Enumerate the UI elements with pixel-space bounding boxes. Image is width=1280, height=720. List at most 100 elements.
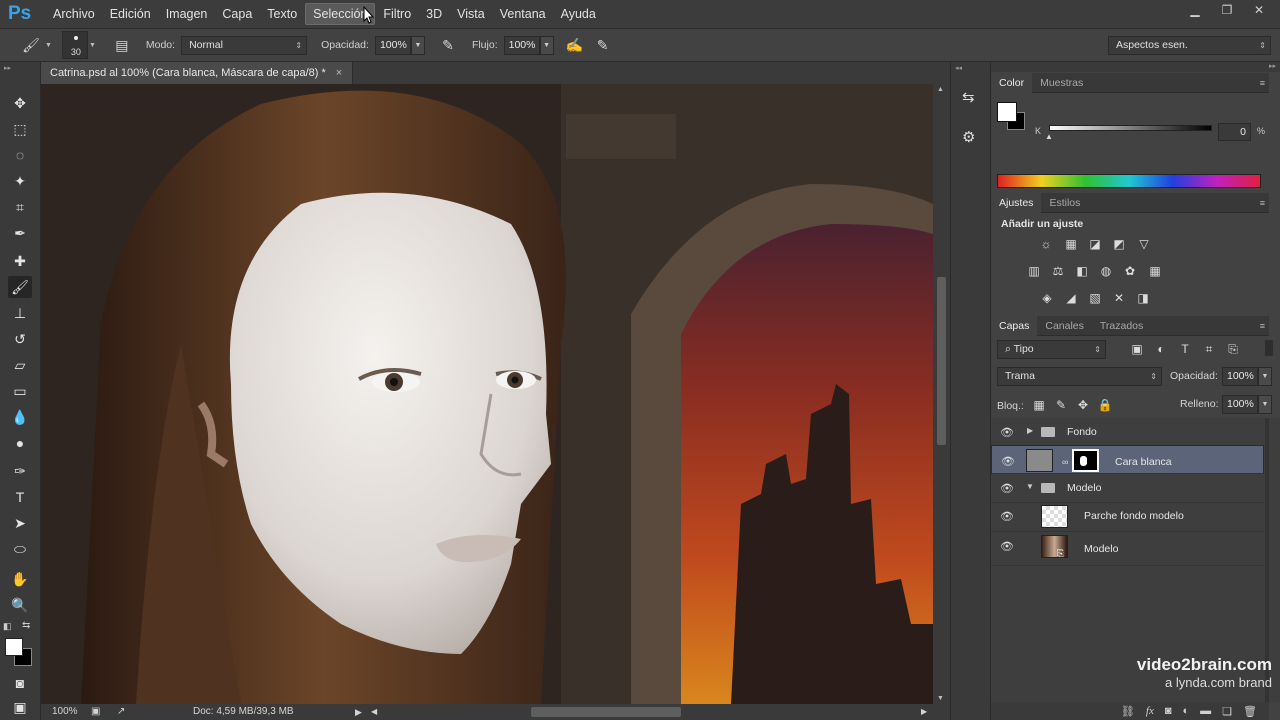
tab-canales[interactable]: Canales: [1037, 316, 1092, 336]
panel-menu-icon[interactable]: ≡: [1260, 316, 1265, 336]
document-canvas[interactable]: [41, 84, 933, 704]
threshold-adjustment-icon[interactable]: ▧: [1087, 291, 1103, 305]
layer-row[interactable]: 👁 ⎘ Modelo: [991, 532, 1264, 566]
foreground-color-swatch[interactable]: [5, 638, 23, 656]
horizontal-scroll-thumb[interactable]: [531, 707, 681, 717]
link-icon[interactable]: ∞: [1062, 454, 1068, 471]
expand-arrow-icon[interactable]: ▶: [1027, 426, 1033, 435]
opacity-input[interactable]: 100%: [374, 35, 411, 55]
selective-color-adjustment-icon[interactable]: ✕: [1111, 291, 1127, 305]
info-icon[interactable]: ▣: [91, 704, 100, 720]
screen-mode-icon[interactable]: ▣: [8, 696, 32, 718]
default-colors-icon[interactable]: ◧: [3, 621, 12, 632]
close-icon[interactable]: ✕: [1250, 3, 1268, 17]
marquee-tool-icon[interactable]: ⬚: [8, 118, 32, 140]
hue-saturation-adjustment-icon[interactable]: ▥: [1026, 264, 1042, 278]
filter-smart-object-icon[interactable]: ⎘: [1225, 342, 1241, 356]
export-icon[interactable]: ↗: [117, 704, 125, 720]
vertical-scrollbar[interactable]: ▲ ▼: [933, 84, 950, 704]
add-mask-icon[interactable]: ◙: [1165, 705, 1172, 717]
collapse-arrows-icon[interactable]: ▸▸: [4, 64, 11, 72]
layer-row[interactable]: 👁 Parche fondo modelo: [991, 502, 1264, 532]
vibrance-adjustment-icon[interactable]: ▽: [1136, 237, 1152, 251]
flow-dropdown-button[interactable]: ▼: [539, 35, 554, 55]
collapse-arrows-icon[interactable]: ▸▸: [1269, 62, 1276, 70]
tab-ajustes[interactable]: Ajustes: [991, 192, 1042, 213]
crop-tool-icon[interactable]: ⌗: [8, 196, 32, 218]
eyedropper-tool-icon[interactable]: ✒: [8, 222, 32, 244]
eye-icon[interactable]: 👁: [1000, 482, 1014, 495]
minimize-icon[interactable]: ▁: [1186, 3, 1204, 17]
layer-opacity-dropdown[interactable]: ▼: [1258, 367, 1272, 386]
opacity-dropdown-button[interactable]: ▼: [410, 35, 425, 55]
layer-row-selected[interactable]: 👁 ∞ Cara blanca: [991, 445, 1264, 474]
menu-texto[interactable]: Texto: [260, 4, 304, 24]
lock-all-icon[interactable]: 🔒: [1097, 398, 1113, 412]
link-layers-icon[interactable]: ⛓: [1121, 705, 1135, 718]
history-panel-icon[interactable]: ⇆: [962, 88, 975, 106]
fill-dropdown[interactable]: ▼: [1258, 395, 1272, 414]
lock-pixels-icon[interactable]: ✎: [1053, 398, 1069, 412]
menu-imagen[interactable]: Imagen: [159, 4, 215, 24]
new-layer-icon[interactable]: ❏: [1222, 705, 1232, 718]
eye-icon[interactable]: 👁: [1000, 426, 1014, 439]
swap-colors-icon[interactable]: ⇆: [22, 620, 30, 631]
mode-select[interactable]: Normal ⇕: [181, 35, 308, 55]
black-white-adjustment-icon[interactable]: ◧: [1074, 264, 1090, 278]
foreground-swatch[interactable]: [997, 102, 1017, 122]
brush-panel-toggle-icon[interactable]: ▤: [111, 34, 133, 56]
layer-opacity-input[interactable]: 100%: [1222, 367, 1258, 386]
menu-ayuda[interactable]: Ayuda: [554, 4, 603, 24]
gradient-tool-icon[interactable]: ▭: [8, 380, 32, 402]
posterize-adjustment-icon[interactable]: ◢: [1063, 291, 1079, 305]
status-menu-arrow-icon[interactable]: ▶: [355, 704, 362, 720]
fill-input[interactable]: 100%: [1222, 395, 1258, 414]
menu-ventana[interactable]: Ventana: [493, 4, 553, 24]
pressure-size-icon[interactable]: ✎: [592, 34, 614, 56]
adjustment-layer-icon[interactable]: ◐: [1183, 705, 1190, 717]
color-lookup-adjustment-icon[interactable]: ▦: [1147, 264, 1163, 278]
document-tab[interactable]: Catrina.psd al 100% (Cara blanca, Máscar…: [41, 62, 354, 84]
eye-icon[interactable]: 👁: [1000, 540, 1014, 553]
zoom-tool-icon[interactable]: 🔍: [8, 594, 32, 616]
workspace-select[interactable]: Aspectos esen. ⇕: [1108, 36, 1271, 55]
new-group-icon[interactable]: ▬: [1200, 705, 1211, 717]
collapse-arrow-icon[interactable]: ▼: [1026, 482, 1034, 491]
hand-tool-icon[interactable]: ✋: [8, 568, 32, 590]
scroll-up-icon[interactable]: ▲: [937, 86, 944, 93]
brush-size-picker[interactable]: 30: [61, 31, 88, 59]
collapse-arrows-icon[interactable]: ◂◂: [955, 64, 962, 72]
filter-toggle[interactable]: [1265, 340, 1273, 356]
color-balance-adjustment-icon[interactable]: ⚖: [1050, 264, 1066, 278]
tab-estilos[interactable]: Estilos: [1041, 193, 1088, 213]
panel-menu-icon[interactable]: ≡: [1260, 73, 1265, 93]
zoom-level[interactable]: 100%: [52, 704, 78, 720]
eraser-tool-icon[interactable]: ▱: [8, 354, 32, 376]
brush-tool-preset-icon[interactable]: 🖌: [20, 34, 42, 56]
airbrush-icon[interactable]: ✍: [564, 34, 586, 56]
tab-color[interactable]: Color: [991, 72, 1033, 93]
k-slider-track[interactable]: [1049, 125, 1212, 131]
scroll-left-icon[interactable]: ◀: [371, 704, 377, 720]
close-tab-icon[interactable]: ×: [336, 67, 342, 79]
quick-mask-icon[interactable]: ◙: [8, 672, 32, 694]
restore-icon[interactable]: ❐: [1218, 3, 1236, 17]
layer-filter-select[interactable]: ⌕ Tipo ⇕: [997, 340, 1106, 359]
lock-position-icon[interactable]: ✥: [1075, 398, 1091, 412]
brightness-adjustment-icon[interactable]: ☼: [1038, 237, 1054, 251]
type-tool-icon[interactable]: T: [8, 486, 32, 508]
menu-archivo[interactable]: Archivo: [46, 4, 102, 24]
exposure-adjustment-icon[interactable]: ◩: [1111, 237, 1127, 251]
gradient-map-adjustment-icon[interactable]: ◨: [1135, 291, 1151, 305]
filter-adjustment-icon[interactable]: ◐: [1153, 342, 1169, 356]
eye-icon[interactable]: 👁: [1001, 454, 1015, 471]
levels-adjustment-icon[interactable]: ▦: [1063, 237, 1079, 251]
trash-icon[interactable]: 🗑: [1243, 705, 1257, 718]
menu-filtro[interactable]: Filtro: [376, 4, 418, 24]
pen-tool-icon[interactable]: ✑: [8, 460, 32, 482]
photo-filter-adjustment-icon[interactable]: ◍: [1098, 264, 1114, 278]
clone-stamp-tool-icon[interactable]: ⊥: [8, 302, 32, 324]
menu-3d[interactable]: 3D: [419, 4, 449, 24]
path-selection-tool-icon[interactable]: ➤: [8, 512, 32, 534]
history-brush-tool-icon[interactable]: ↺: [8, 328, 32, 350]
